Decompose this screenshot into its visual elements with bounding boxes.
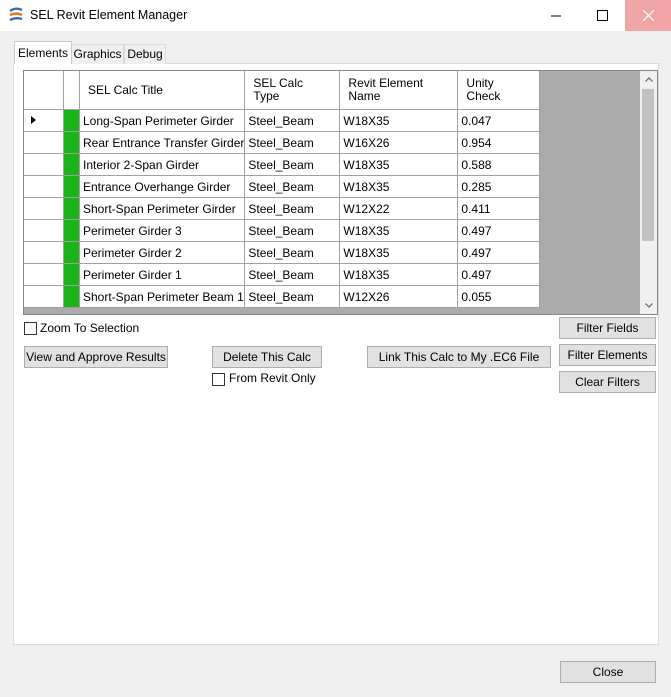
- filter-fields-button[interactable]: Filter Fields: [559, 317, 656, 339]
- row-selector[interactable]: [24, 131, 64, 154]
- cell-title[interactable]: Entrance Overhange Girder: [79, 175, 246, 198]
- minimize-button[interactable]: [533, 0, 579, 31]
- row-selector[interactable]: [24, 175, 64, 198]
- vertical-scrollbar[interactable]: [640, 71, 657, 314]
- row-selector[interactable]: [24, 263, 64, 286]
- table-row[interactable]: Rear Entrance Transfer Girder Steel_Beam W…: [24, 131, 541, 154]
- table-row[interactable]: Short-Span Perimeter Beam 1 Steel_Beam W12…: [24, 285, 541, 308]
- status-color-cell: [63, 197, 80, 220]
- table-row[interactable]: Perimeter Girder 1 Steel_Beam W18X35 0.497: [24, 263, 541, 286]
- from-revit-only-label: From Revit Only: [229, 371, 316, 385]
- maximize-icon: [596, 10, 608, 21]
- cell-name[interactable]: W18X35: [339, 263, 459, 286]
- column-header-name[interactable]: Revit Element Name: [339, 71, 459, 110]
- cell-title[interactable]: Perimeter Girder 2: [79, 241, 246, 264]
- cell-unity[interactable]: 0.411: [457, 197, 541, 220]
- cell-title[interactable]: Rear Entrance Transfer Girder: [79, 131, 246, 154]
- cell-title[interactable]: Short-Span Perimeter Girder: [79, 197, 246, 220]
- window-title: SEL Revit Element Manager: [30, 8, 188, 22]
- status-color-cell: [63, 153, 80, 176]
- cell-name[interactable]: W18X35: [339, 241, 459, 264]
- row-selector[interactable]: [24, 219, 64, 242]
- from-revit-only-checkbox[interactable]: [212, 373, 225, 386]
- scrollbar-thumb[interactable]: [642, 89, 654, 241]
- status-color-cell: [63, 263, 80, 286]
- cell-type[interactable]: Steel_Beam: [244, 219, 341, 242]
- column-header-type[interactable]: SEL Calc Type: [244, 71, 341, 110]
- status-color-cell: [63, 131, 80, 154]
- close-window-button[interactable]: [625, 0, 671, 31]
- cell-unity[interactable]: 0.047: [457, 109, 541, 132]
- cell-name[interactable]: W12X22: [339, 197, 459, 220]
- cell-unity[interactable]: 0.588: [457, 153, 541, 176]
- table-row[interactable]: Perimeter Girder 3 Steel_Beam W18X35 0.497: [24, 219, 541, 242]
- table-row[interactable]: Perimeter Girder 2 Steel_Beam W18X35 0.497: [24, 241, 541, 264]
- tab-debug[interactable]: Debug: [124, 44, 166, 64]
- cell-name[interactable]: W18X35: [339, 175, 459, 198]
- tab-graphics[interactable]: Graphics: [71, 44, 124, 64]
- cell-type[interactable]: Steel_Beam: [244, 175, 341, 198]
- zoom-to-selection-label: Zoom To Selection: [40, 321, 140, 335]
- table-row[interactable]: Interior 2-Span Girder Steel_Beam W18X35 0.…: [24, 153, 541, 176]
- close-button[interactable]: Close: [560, 661, 656, 683]
- cell-type[interactable]: Steel_Beam: [244, 131, 341, 154]
- cell-title[interactable]: Long-Span Perimeter Girder: [79, 109, 246, 132]
- cell-name[interactable]: W18X35: [339, 109, 459, 132]
- status-color-cell: [63, 219, 80, 242]
- cell-type[interactable]: Steel_Beam: [244, 197, 341, 220]
- cell-name[interactable]: W18X35: [339, 219, 459, 242]
- view-approve-results-button[interactable]: View and Approve Results: [24, 346, 168, 368]
- cell-name[interactable]: W12X26: [339, 285, 459, 308]
- app-logo-icon: [8, 7, 24, 23]
- cell-type[interactable]: Steel_Beam: [244, 285, 341, 308]
- cell-type[interactable]: Steel_Beam: [244, 153, 341, 176]
- delete-calc-button[interactable]: Delete This Calc: [212, 346, 322, 368]
- elements-table: SEL Calc Title SEL Calc Type Revit Elemen…: [24, 71, 541, 308]
- table-row[interactable]: Long-Span Perimeter Girder Steel_Beam W18X…: [24, 109, 541, 132]
- row-selector[interactable]: [24, 197, 64, 220]
- cell-unity[interactable]: 0.954: [457, 131, 541, 154]
- status-color-cell: [63, 109, 80, 132]
- status-color-cell: [63, 175, 80, 198]
- scroll-down-icon[interactable]: [640, 297, 657, 314]
- cell-type[interactable]: Steel_Beam: [244, 109, 341, 132]
- column-header-unity[interactable]: Unity Check: [457, 71, 541, 110]
- cell-name[interactable]: W16X26: [339, 131, 459, 154]
- status-color-cell: [63, 241, 80, 264]
- table-header-row: SEL Calc Title SEL Calc Type Revit Elemen…: [24, 71, 541, 110]
- zoom-to-selection-checkbox[interactable]: [24, 322, 37, 335]
- tab-elements[interactable]: Elements: [14, 41, 72, 64]
- column-header-title[interactable]: SEL Calc Title: [79, 71, 246, 110]
- cell-unity[interactable]: 0.497: [457, 263, 541, 286]
- maximize-button[interactable]: [579, 0, 625, 31]
- table-row[interactable]: Short-Span Perimeter Girder Steel_Beam W12…: [24, 197, 541, 220]
- filter-elements-button[interactable]: Filter Elements: [559, 344, 656, 366]
- cell-unity[interactable]: 0.285: [457, 175, 541, 198]
- cell-type[interactable]: Steel_Beam: [244, 263, 341, 286]
- row-selector[interactable]: [24, 153, 64, 176]
- scroll-up-icon[interactable]: [640, 71, 657, 88]
- status-color-header: [63, 71, 80, 110]
- link-calc-button[interactable]: Link This Calc to My .EC6 File: [367, 346, 551, 368]
- current-row-arrow-icon: [31, 116, 36, 124]
- row-selector[interactable]: [24, 241, 64, 264]
- status-color-cell: [63, 285, 80, 308]
- row-selector[interactable]: [24, 109, 64, 132]
- cell-title[interactable]: Perimeter Girder 1: [79, 263, 246, 286]
- row-selector[interactable]: [24, 285, 64, 308]
- cell-name[interactable]: W18X35: [339, 153, 459, 176]
- elements-grid[interactable]: SEL Calc Title SEL Calc Type Revit Elemen…: [23, 70, 658, 315]
- row-header-corner: [24, 71, 64, 110]
- close-icon: [642, 10, 654, 21]
- minimize-icon: [551, 15, 561, 16]
- cell-title[interactable]: Short-Span Perimeter Beam 1: [79, 285, 246, 308]
- cell-unity[interactable]: 0.055: [457, 285, 541, 308]
- cell-title[interactable]: Interior 2-Span Girder: [79, 153, 246, 176]
- clear-filters-button[interactable]: Clear Filters: [559, 371, 656, 393]
- cell-unity[interactable]: 0.497: [457, 219, 541, 242]
- cell-unity[interactable]: 0.497: [457, 241, 541, 264]
- cell-title[interactable]: Perimeter Girder 3: [79, 219, 246, 242]
- cell-type[interactable]: Steel_Beam: [244, 241, 341, 264]
- table-row[interactable]: Entrance Overhange Girder Steel_Beam W18X3…: [24, 175, 541, 198]
